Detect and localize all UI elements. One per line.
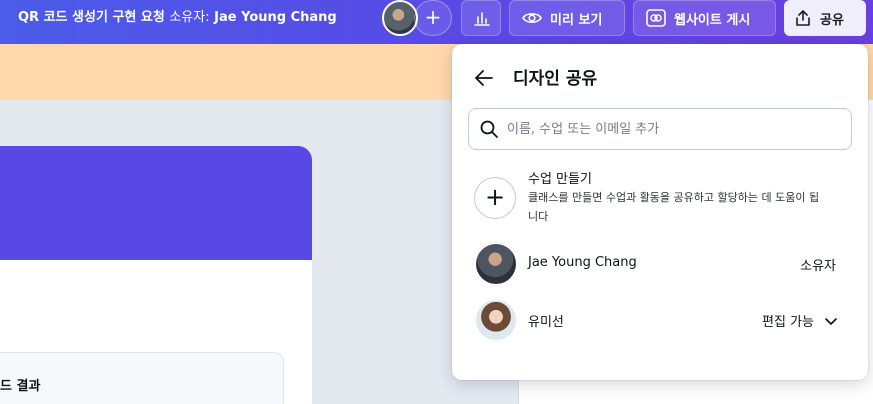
panel-title: 디자인 공유 [513, 69, 598, 89]
member-name: 유미선 [528, 315, 564, 330]
share-button[interactable]: 공유 [784, 0, 866, 36]
publish-label: 웹사이트 게시 [674, 12, 751, 28]
publish-icon [646, 9, 666, 27]
share-panel: 디자인 공유 + 수업 만들기 클래스를 만들면 수업과 활동을 공유하고 할당… [452, 44, 868, 380]
arrow-left-icon [475, 70, 493, 86]
search-box[interactable] [468, 108, 852, 150]
search-input[interactable] [507, 109, 837, 149]
result-label: 드 결과 [0, 379, 41, 394]
avatar [476, 244, 516, 284]
list-item: Jae Young Chang 소유자 [474, 244, 846, 284]
bar-chart-icon [474, 12, 490, 26]
avatar [476, 300, 516, 340]
add-collaborator-button[interactable]: + [414, 0, 452, 36]
insights-button[interactable] [461, 0, 501, 36]
preview-label: 미리 보기 [550, 12, 603, 28]
document-title[interactable]: QR 코드 생성기 구현 요청 소유자: Jae Young Chang [18, 0, 337, 36]
share-label: 공유 [820, 12, 844, 28]
role-dropdown[interactable]: 편집 가능 [762, 311, 838, 330]
member-role: 소유자 [800, 259, 836, 274]
owner-name: Jae Young Chang [214, 10, 337, 25]
chevron-down-icon [825, 317, 837, 325]
document-title-text: QR 코드 생성기 구현 요청 [18, 10, 165, 25]
list-item: 유미선 편집 가능 [474, 300, 846, 340]
back-button[interactable] [472, 66, 496, 90]
top-toolbar: QR 코드 생성기 구현 요청 소유자: Jae Young Chang + 미… [0, 0, 873, 44]
create-class-description: 클래스를 만들면 수업과 활동을 공유하고 할당하는 데 도움이 됩니다 [528, 191, 820, 223]
role-dropdown-label: 편집 가능 [762, 315, 814, 330]
publish-website-button[interactable]: 웹사이트 게시 [633, 0, 776, 36]
create-class-item[interactable]: + 수업 만들기 클래스를 만들면 수업과 활동을 공유하고 할당하는 데 도움… [474, 172, 854, 223]
design-header-block [0, 146, 312, 260]
search-icon [480, 120, 498, 138]
owner-label: 소유자: [169, 10, 210, 25]
member-name: Jae Young Chang [528, 255, 637, 270]
plus-icon[interactable]: + [474, 177, 516, 219]
result-box [0, 352, 284, 404]
eye-icon [522, 13, 542, 23]
upload-icon [796, 10, 810, 26]
create-class-title: 수업 만들기 [528, 172, 592, 187]
preview-button[interactable]: 미리 보기 [509, 0, 625, 36]
avatar[interactable] [382, 0, 418, 36]
